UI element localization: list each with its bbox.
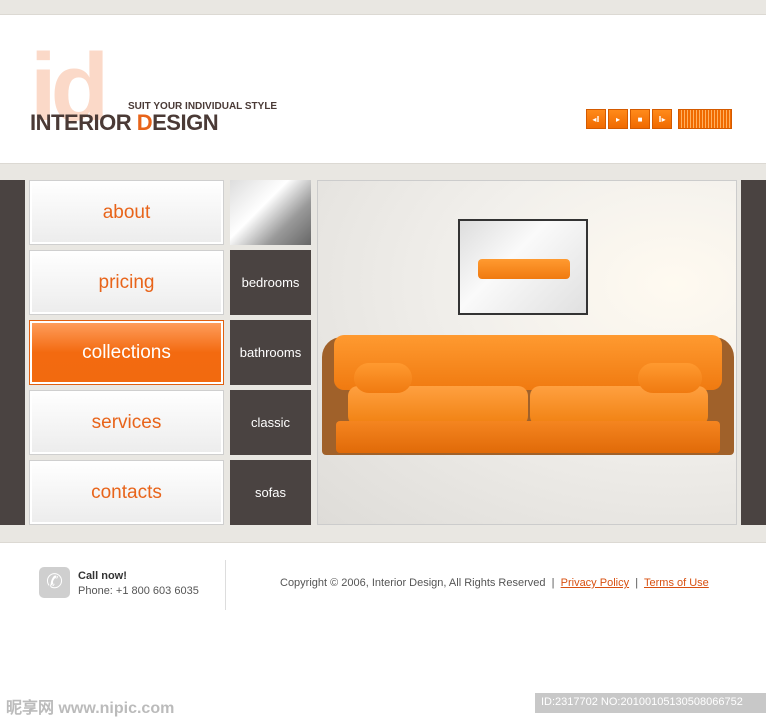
right-side-bar (741, 180, 766, 525)
privacy-policy-link[interactable]: Privacy Policy (561, 577, 629, 589)
collection-sofas[interactable]: sofas (230, 460, 311, 525)
footer-divider (225, 560, 226, 610)
top-strip (0, 0, 766, 15)
nav-about[interactable]: about (29, 180, 224, 245)
play-icon[interactable]: ▸ (608, 109, 628, 129)
hero-sofa-image (317, 180, 737, 525)
nav-collections[interactable]: collections (29, 320, 224, 385)
nav-pricing[interactable]: pricing (29, 250, 224, 315)
call-title: Call now! (78, 570, 127, 582)
kitchen-thumbnail[interactable] (230, 180, 311, 245)
nav-services[interactable]: services (29, 390, 224, 455)
equalizer-icon (678, 109, 732, 129)
collection-bathrooms[interactable]: bathrooms (230, 320, 311, 385)
copyright: Copyright © 2006, Interior Design, All R… (280, 577, 546, 589)
nav-contacts[interactable]: contacts (29, 460, 224, 525)
collection-classic[interactable]: classic (230, 390, 311, 455)
stop-icon[interactable]: ■ (630, 109, 650, 129)
phone-icon: ✆ (39, 567, 70, 598)
watermark-site: 昵享网 www.nipic.com (6, 700, 175, 717)
divider-band (0, 163, 766, 180)
previous-icon[interactable]: ◂‖ (586, 109, 606, 129)
brand-name: INTERIOR DESIGN (30, 110, 219, 135)
left-side-bar (0, 180, 25, 525)
phone-number: Phone: +1 800 603 6035 (78, 585, 199, 597)
terms-of-use-link[interactable]: Terms of Use (644, 577, 709, 589)
wall-picture (458, 219, 588, 315)
watermark-id: ID:2317702 NO:20100105130508066752 (535, 693, 766, 713)
footer-links: Copyright © 2006, Interior Design, All R… (280, 577, 709, 589)
next-icon[interactable]: ‖▸ (652, 109, 672, 129)
collection-bedrooms[interactable]: bedrooms (230, 250, 311, 315)
divider-band (0, 525, 766, 543)
